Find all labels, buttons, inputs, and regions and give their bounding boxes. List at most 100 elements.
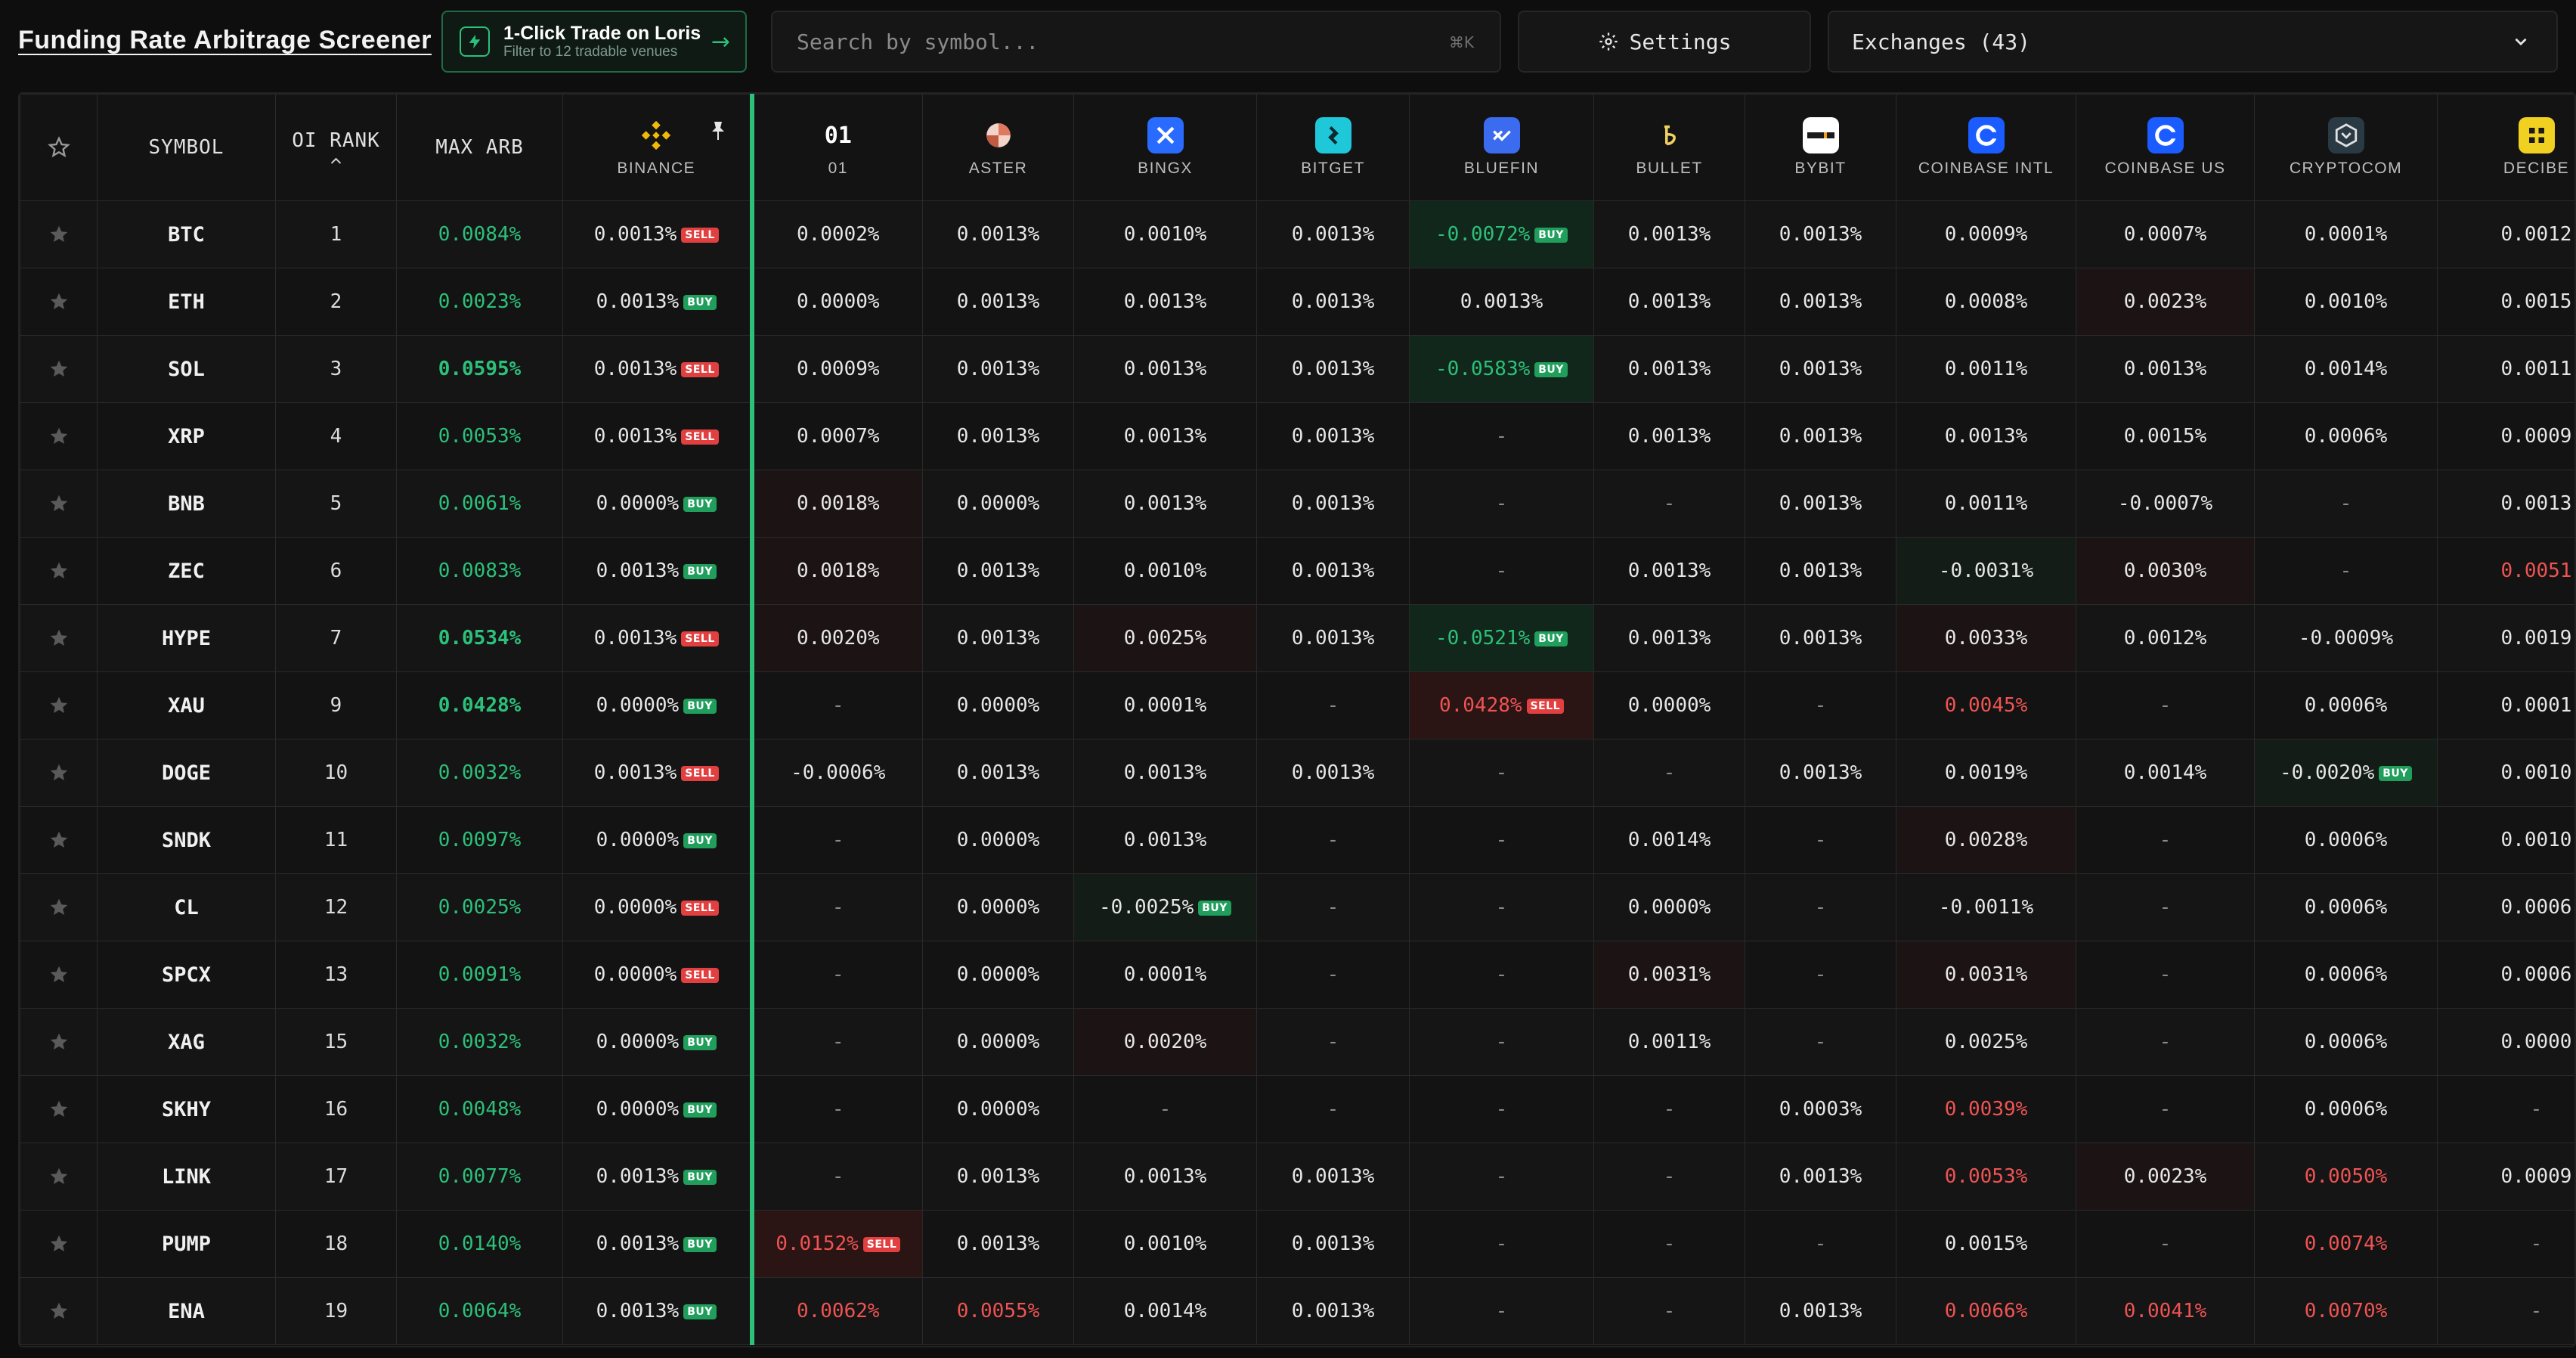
rate-cell-coinbase-us[interactable]: - [2076,941,2255,1009]
rate-cell-bitget[interactable]: 0.0013% [1256,604,1410,672]
favorite-toggle[interactable] [20,1143,98,1211]
rate-cell-bullet[interactable]: 0.0013% [1593,268,1745,336]
rate-cell-bullet[interactable]: - [1593,470,1745,538]
favorite-toggle[interactable] [20,739,98,807]
rate-cell-bluefin[interactable]: - [1409,470,1594,538]
search-input[interactable] [795,28,1388,55]
rate-cell-coinbase-us[interactable]: 0.0014% [2076,739,2255,807]
rate-cell-bybit[interactable]: - [1745,671,1896,739]
column-header-bluefin[interactable]: BLUEFIN [1409,94,1594,201]
rate-cell-bybit[interactable]: 0.0003% [1745,1075,1896,1143]
rate-cell-bullet[interactable]: 0.0011% [1593,1008,1745,1076]
table-row[interactable]: BNB 5 0.0061% 0.0000% BUY 0.0018% 0.0000% 0.001… [20,470,2574,538]
rate-cell-01[interactable]: - [751,671,923,739]
favorite-toggle[interactable] [20,1210,98,1278]
rate-cell-bitget[interactable]: 0.0013% [1256,739,1410,807]
rate-cell-01[interactable]: - [751,806,923,874]
rate-cell-coinbase-us[interactable]: 0.0012% [2076,604,2255,672]
rate-cell-bitget[interactable]: 0.0013% [1256,1143,1410,1211]
table-row[interactable]: ETH 2 0.0023% 0.0013% BUY 0.0000% 0.0013% 0.001… [20,268,2574,336]
search-box[interactable]: ⌘K [771,11,1501,73]
rate-cell-aster[interactable]: 0.0000% [922,671,1074,739]
pin-icon[interactable] [709,120,727,141]
rate-cell-01[interactable]: 0.0020% [751,604,923,672]
column-header-cryptocom[interactable]: CRYPTOCOM [2254,94,2438,201]
rate-cell-aster[interactable]: 0.0055% [922,1277,1074,1345]
table-row[interactable]: HYPE 7 0.0534% 0.0013% SELL 0.0020% 0.0013% 0.0… [20,604,2574,672]
rate-cell-bluefin[interactable]: - [1409,402,1594,470]
rate-cell-bluefin[interactable]: -0.0072% BUY [1409,200,1594,268]
rate-cell-decibe[interactable]: 0.0051 [2437,537,2574,605]
rate-cell-01[interactable]: - [751,873,923,941]
rate-cell-bingx[interactable]: 0.0013% [1073,335,1257,403]
table-row[interactable]: SPCX 13 0.0091% 0.0000% SELL -0.0000% 0.0001% -… [20,941,2574,1009]
rate-cell-aster[interactable]: 0.0000% [922,1075,1074,1143]
rate-cell-bluefin[interactable]: 0.0428% SELL [1409,671,1594,739]
rate-cell-bybit[interactable]: 0.0013% [1745,335,1896,403]
rate-cell-bullet[interactable]: - [1593,1075,1745,1143]
table-row[interactable]: SKHY 16 0.0048% 0.0000% BUY -0.0000% - - - -0.000… [20,1075,2574,1143]
rate-cell-binance[interactable]: 0.0013% BUY [562,1277,754,1345]
rate-cell-bybit[interactable]: 0.0013% [1745,739,1896,807]
rate-cell-bingx[interactable]: 0.0020% [1073,1008,1257,1076]
rate-cell-bingx[interactable]: 0.0010% [1073,537,1257,605]
rate-cell-01[interactable]: 0.0018% [751,537,923,605]
table-row[interactable]: SNDK 11 0.0097% 0.0000% BUY -0.0000% 0.0013% - -… [20,806,2574,874]
rate-cell-aster[interactable]: 0.0013% [922,537,1074,605]
rate-cell-coinbase-us[interactable]: - [2076,671,2255,739]
rate-cell-coinbase-us[interactable]: -0.0007% [2076,470,2255,538]
rate-cell-bitget[interactable]: 0.0013% [1256,335,1410,403]
rate-cell-bluefin[interactable]: - [1409,537,1594,605]
rate-cell-decibe[interactable]: 0.0000 [2437,1008,2574,1076]
rate-cell-coinbase-us[interactable]: 0.0007% [2076,200,2255,268]
rate-cell-bullet[interactable]: 0.0013% [1593,604,1745,672]
rate-cell-bingx[interactable]: 0.0013% [1073,739,1257,807]
rate-cell-bullet[interactable]: - [1593,1143,1745,1211]
rate-cell-bullet[interactable]: - [1593,1277,1745,1345]
rate-cell-bitget[interactable]: - [1256,873,1410,941]
rate-cell-coinbase-intl[interactable]: 0.0015% [1896,1210,2076,1278]
rate-cell-bybit[interactable]: 0.0013% [1745,200,1896,268]
rate-cell-binance[interactable]: 0.0000% BUY [562,806,754,874]
rate-cell-decibe[interactable]: 0.0010 [2437,739,2574,807]
rate-cell-bingx[interactable]: 0.0001% [1073,941,1257,1009]
table-row[interactable]: XRP 4 0.0053% 0.0013% SELL 0.0007% 0.0013% 0.00… [20,402,2574,470]
rate-cell-bitget[interactable]: 0.0013% [1256,470,1410,538]
rate-cell-binance[interactable]: 0.0013% SELL [562,200,754,268]
column-header-coinbase-intl[interactable]: COINBASE INTL [1896,94,2076,201]
rate-cell-coinbase-intl[interactable]: 0.0013% [1896,402,2076,470]
rate-cell-bullet[interactable]: - [1593,1210,1745,1278]
rate-cell-aster[interactable]: 0.0013% [922,268,1074,336]
column-header-bingx[interactable]: BINGX [1073,94,1257,201]
rate-cell-bitget[interactable]: 0.0013% [1256,402,1410,470]
rate-cell-binance[interactable]: 0.0013% BUY [562,537,754,605]
rate-cell-coinbase-intl[interactable]: 0.0031% [1896,941,2076,1009]
column-header-01[interactable]: 01 01 [751,94,923,201]
rate-cell-bybit[interactable]: 0.0013% [1745,268,1896,336]
rate-cell-bluefin[interactable]: - [1409,1075,1594,1143]
rate-cell-bingx[interactable]: 0.0013% [1073,268,1257,336]
rate-cell-bybit[interactable]: 0.0013% [1745,1277,1896,1345]
rate-cell-bybit[interactable]: 0.0013% [1745,470,1896,538]
rate-cell-coinbase-intl[interactable]: 0.0009% [1896,200,2076,268]
rate-cell-coinbase-us[interactable]: - [2076,1008,2255,1076]
rate-cell-coinbase-intl[interactable]: 0.0019% [1896,739,2076,807]
rate-cell-01[interactable]: 0.0002% [751,200,923,268]
favorite-toggle[interactable] [20,200,98,268]
rate-cell-binance[interactable]: 0.0013% SELL [562,335,754,403]
rate-cell-bingx[interactable]: - [1073,1075,1257,1143]
rate-cell-bluefin[interactable]: - [1409,873,1594,941]
favorite-toggle[interactable] [20,604,98,672]
column-header-symbol[interactable]: SYMBOL [97,94,276,201]
rate-cell-coinbase-us[interactable]: - [2076,1075,2255,1143]
rate-cell-01[interactable]: 0.0007% [751,402,923,470]
rate-cell-bullet[interactable]: 0.0013% [1593,537,1745,605]
rate-cell-bullet[interactable]: 0.0000% [1593,671,1745,739]
rate-cell-bybit[interactable]: 0.0013% [1745,1143,1896,1211]
rate-cell-cryptocom[interactable]: - [2254,537,2438,605]
favorite-toggle[interactable] [20,335,98,403]
column-header-aster[interactable]: ASTER [922,94,1074,201]
rate-cell-decibe[interactable]: 0.0006 [2437,941,2574,1009]
rate-cell-bitget[interactable]: - [1256,941,1410,1009]
rate-cell-bluefin[interactable]: - [1409,739,1594,807]
